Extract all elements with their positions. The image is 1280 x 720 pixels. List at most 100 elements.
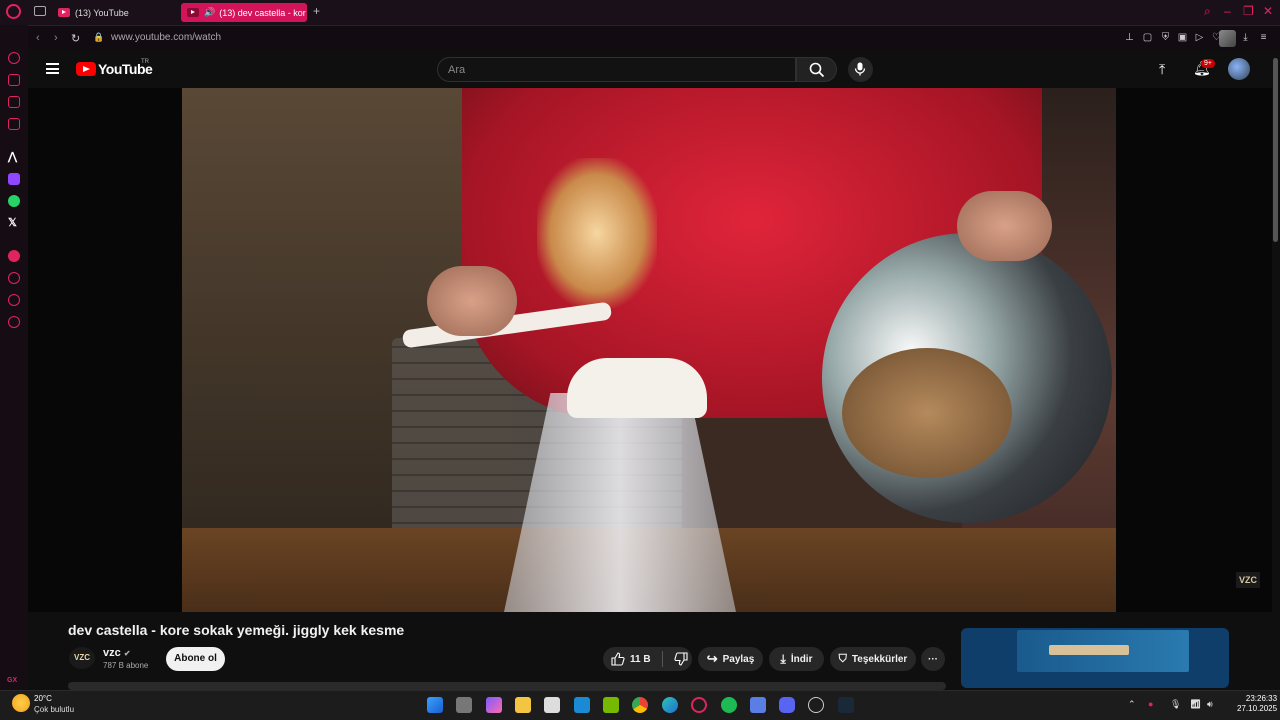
tray-app-icon[interactable]: ● — [1148, 699, 1153, 709]
channel-name[interactable]: vzc ✔ — [103, 647, 131, 659]
speaker-icon[interactable]: 🔊 — [204, 7, 215, 18]
forward-icon[interactable]: › — [54, 32, 58, 44]
tray-mic-icon[interactable]: 🎙︎ — [1170, 699, 1181, 710]
file-explorer-icon[interactable] — [515, 697, 531, 713]
video-title: dev castella - kore sokak yemeği. jiggly… — [68, 622, 405, 638]
system-clock[interactable]: 23:26:33 27.10.2025 — [1237, 694, 1277, 713]
chrome-icon[interactable] — [632, 697, 648, 713]
url-field[interactable]: www.youtube.com/watch — [111, 32, 221, 43]
shield-icon[interactable]: ⛨ — [1160, 32, 1171, 43]
search-button[interactable] — [796, 57, 837, 82]
gx-mods-icon[interactable] — [8, 118, 20, 130]
menu-icon[interactable]: ≡ — [1258, 32, 1269, 43]
gx-control-icon[interactable] — [8, 52, 20, 64]
thanks-button[interactable]: ⛉ Teşekkürler — [830, 647, 916, 671]
voice-search-button[interactable] — [848, 57, 873, 82]
like-divider — [661, 651, 663, 667]
more-actions-button[interactable]: ··· — [921, 647, 945, 671]
opera-gx-logo-icon[interactable] — [6, 4, 21, 19]
download-icon[interactable]: ⤓ — [1240, 32, 1251, 43]
messages-icon[interactable] — [8, 294, 20, 306]
history-icon[interactable] — [8, 272, 20, 284]
video-hand-right — [957, 191, 1052, 261]
opera-gx-taskbar-icon[interactable] — [691, 697, 707, 713]
weather-condition[interactable]: Çok bulutlu — [34, 705, 74, 714]
video-warm-light — [537, 158, 657, 308]
tab-youtube[interactable]: (13) YouTube — [52, 3, 176, 22]
youtube-favicon-icon — [58, 8, 70, 17]
video-meringue — [567, 358, 707, 418]
download-video-button[interactable]: ⤓ İndir — [769, 647, 824, 671]
browser-tab-bar: (13) YouTube 🔊 (13) dev castella - kor +… — [0, 0, 1280, 25]
notification-badge: 9+ — [1201, 59, 1215, 68]
sidebar-ad-banner[interactable] — [961, 628, 1229, 688]
search-input[interactable]: Ara — [437, 57, 796, 82]
restore-button[interactable]: ❐ — [1243, 4, 1254, 18]
account-avatar[interactable] — [1228, 58, 1250, 80]
store-icon[interactable] — [544, 697, 560, 713]
nvidia-icon[interactable] — [603, 697, 619, 713]
wifi-icon[interactable]: 📶︎ — [1190, 699, 1201, 710]
x-twitter-icon[interactable]: 𝕏 — [8, 216, 17, 229]
snapshot-icon[interactable]: ▢ — [1142, 32, 1153, 43]
page-scrollbar-thumb[interactable] — [1273, 58, 1278, 242]
subscribe-button[interactable]: Abone ol — [166, 647, 225, 671]
video-player[interactable]: VZC — [28, 88, 1272, 612]
channel-name-text[interactable]: vzc — [103, 647, 121, 659]
channel-avatar[interactable]: VZC — [69, 647, 95, 669]
like-button[interactable]: 11 B — [611, 652, 651, 666]
share-button[interactable]: ↪ Paylaş — [698, 647, 763, 671]
super-thanks-icon: ⛉ — [838, 652, 847, 665]
spotify-icon[interactable] — [721, 697, 737, 713]
weather-temperature[interactable]: 20°C — [34, 694, 52, 703]
share-label: Paylaş — [722, 653, 755, 665]
upload-icon[interactable]: ⤒ — [1159, 61, 1165, 78]
youtube-logo-icon[interactable] — [76, 62, 96, 76]
verified-icon: ✔ — [123, 649, 131, 658]
thumbs-down-icon[interactable] — [673, 652, 688, 666]
gx-corner-icon[interactable] — [8, 74, 20, 86]
profile-avatar[interactable] — [1219, 30, 1236, 47]
like-count: 11 B — [630, 653, 651, 665]
vpn-icon[interactable]: ▣ — [1177, 32, 1188, 43]
volume-icon[interactable]: 🔊︎ — [1207, 699, 1213, 710]
microphone-icon — [854, 62, 866, 76]
close-button[interactable]: ✕ — [1263, 4, 1273, 18]
clock-time: 23:26:33 — [1245, 694, 1278, 703]
discord-icon[interactable] — [779, 697, 795, 713]
pin-icon[interactable]: ⊥ — [1124, 32, 1135, 43]
channel-watermark[interactable]: VZC — [1236, 572, 1260, 588]
mail-icon[interactable] — [574, 697, 590, 713]
steam-icon[interactable] — [838, 697, 854, 713]
task-view-icon[interactable] — [456, 697, 472, 713]
github-icon[interactable] — [808, 697, 824, 713]
whatsapp-icon[interactable] — [8, 195, 20, 207]
copilot-icon[interactable] — [486, 697, 502, 713]
windows-start-icon[interactable] — [427, 697, 443, 713]
app-icon[interactable] — [750, 697, 766, 713]
youtube-favicon-icon — [187, 8, 199, 17]
edge-icon[interactable] — [662, 697, 678, 713]
aria-icon[interactable]: ⋀ — [8, 150, 17, 163]
lock-icon[interactable]: 🔒 — [93, 32, 104, 43]
video-frame[interactable] — [182, 88, 1116, 612]
gx-label[interactable]: GX — [7, 677, 17, 684]
tab-search-icon[interactable]: ⌕ — [1204, 4, 1211, 19]
new-tab-button[interactable]: + — [311, 5, 322, 17]
tab-label: (13) dev castella - kor — [219, 7, 306, 18]
tab-active-video[interactable]: 🔊 (13) dev castella - kor — [181, 3, 307, 22]
tray-overflow-icon[interactable]: ⌃ — [1128, 699, 1136, 710]
workspaces-icon[interactable] — [34, 6, 46, 16]
player-icon[interactable]: ▷ — [1194, 32, 1205, 43]
player-sidebar-icon[interactable] — [8, 96, 20, 108]
reload-icon[interactable]: ↻ — [71, 32, 80, 45]
description-scrollbar[interactable] — [68, 682, 946, 690]
minimize-button[interactable]: – — [1224, 4, 1231, 18]
settings-gear-icon[interactable] — [8, 316, 20, 328]
hamburger-menu-icon[interactable] — [46, 63, 59, 74]
share-icon: ↪ — [706, 651, 718, 666]
music-icon[interactable] — [8, 250, 20, 262]
back-icon[interactable]: ‹ — [36, 32, 40, 44]
weather-icon[interactable] — [12, 694, 30, 712]
twitch-icon[interactable] — [8, 173, 20, 185]
